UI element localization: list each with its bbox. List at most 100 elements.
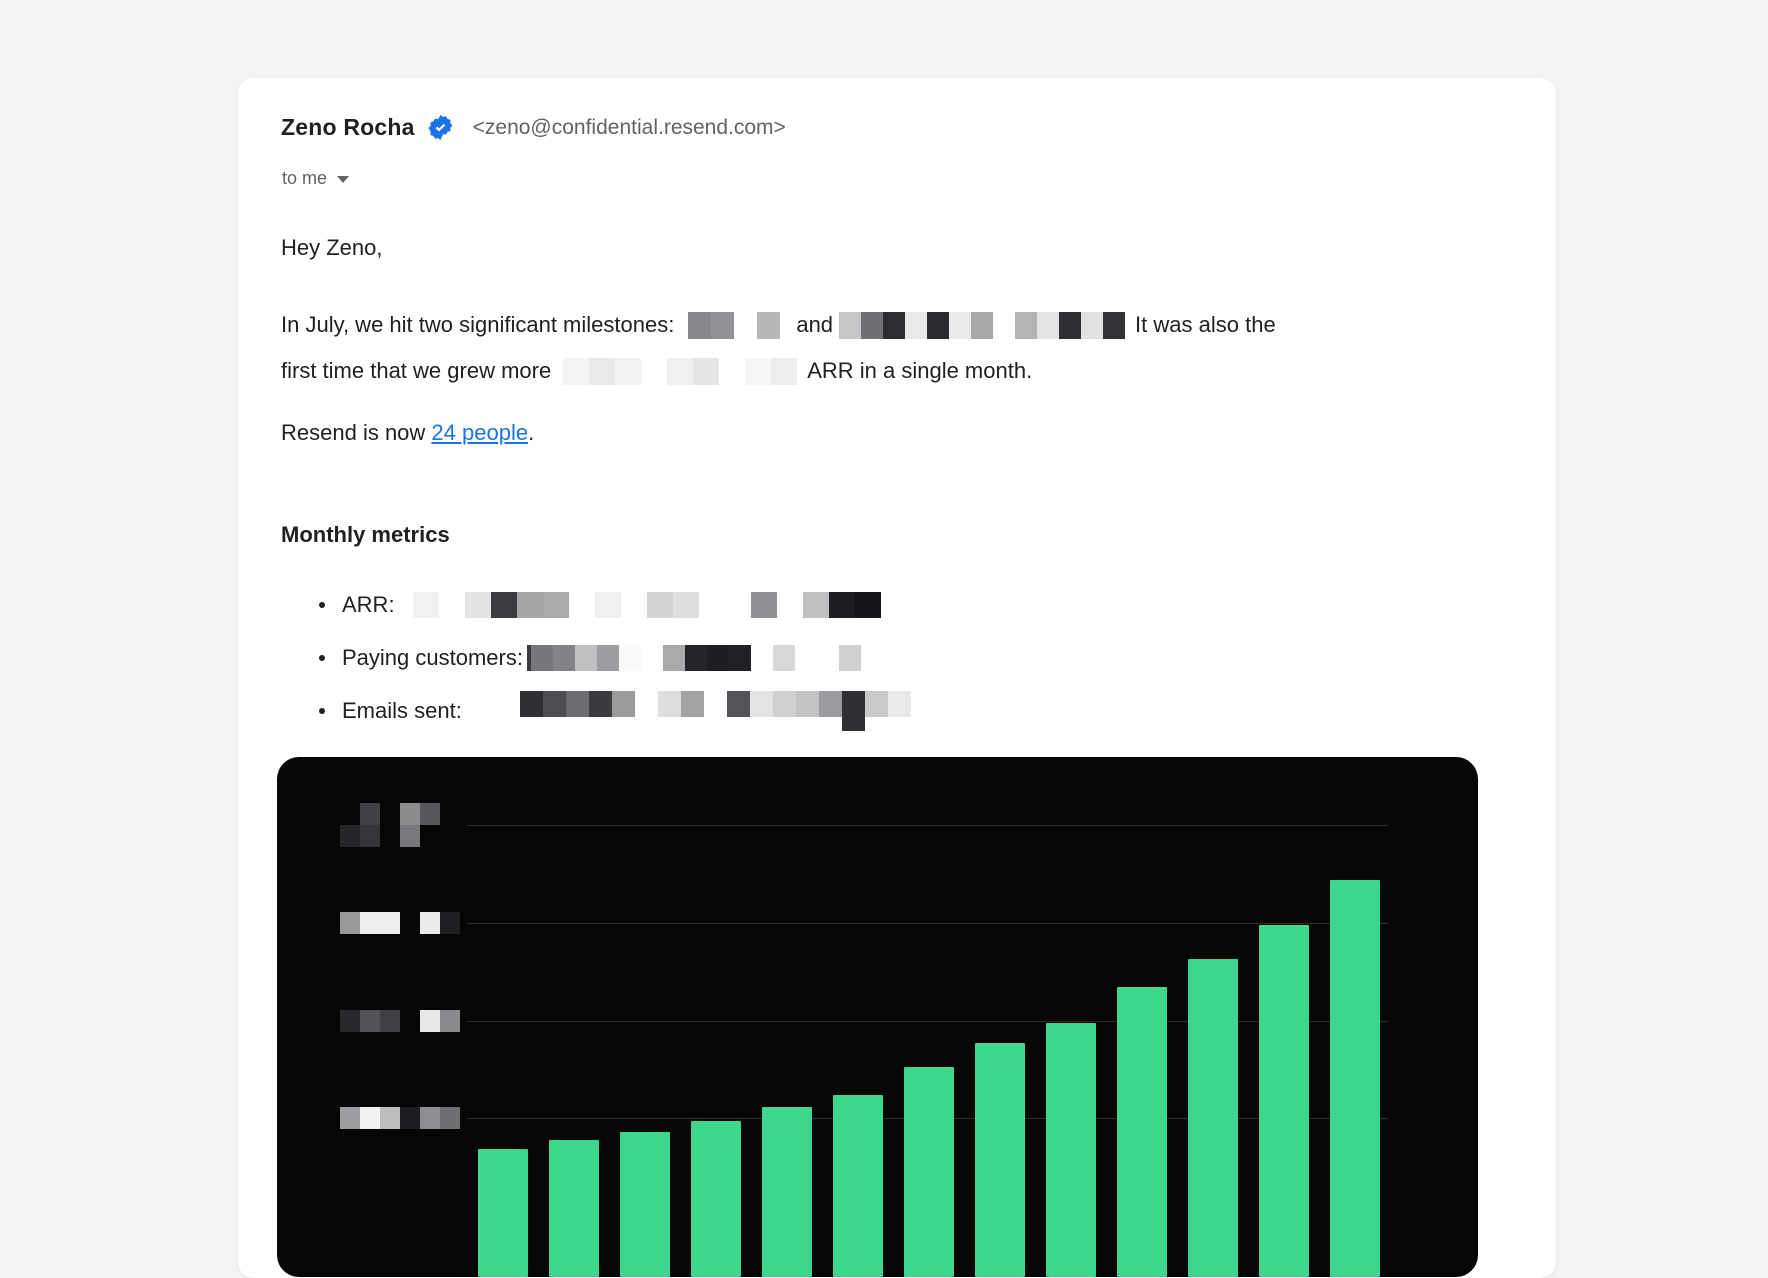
redacted-pixel-cell [1081,312,1103,339]
redacted-pixel-cell [685,645,707,671]
milestones-paragraph: In July, we hit two significant mileston… [281,302,1276,394]
redacted-text-block [839,312,1125,339]
chart-bar [620,1132,670,1277]
chart-gridline [467,923,1388,924]
page-background: { "email": { "sender": { "name": "Zeno R… [0,0,1768,1160]
redacted-pixel-cell [725,592,751,618]
redacted-pixel-cell [707,645,729,671]
redacted-pixel-cell [734,312,757,339]
people-count-link[interactable]: 24 people [431,420,528,445]
redacted-pixel-cell [360,1107,380,1129]
redacted-pixel-cell [745,358,771,385]
redacted-pixel-cell [1037,312,1059,339]
redacted-pixel-cell [777,592,803,618]
redacted-pixel-cell [400,803,420,825]
redacted-pixel-cell [400,1107,420,1129]
redacted-pixel-cell [612,691,635,717]
sender-name: Zeno Rocha [281,114,415,141]
recipient-dropdown[interactable]: to me [282,168,349,189]
chart-bar [1188,959,1238,1277]
redacted-axis-label [340,803,440,847]
redacted-pixel-cell [440,1107,460,1129]
redacted-pixel-cell [531,645,553,671]
redacted-pixel-cell [663,645,685,671]
chart-bar [833,1095,883,1277]
redacted-pixel-cell [803,592,829,618]
redacted-pixel-cell [693,358,719,385]
sender-email: <zeno@confidential.resend.com> [473,116,786,140]
redacted-pixel-cell [440,912,460,934]
redacted-pixel-cell [641,358,667,385]
redacted-pixel-cell [641,645,663,671]
redacted-pixel-cell [635,691,658,717]
redacted-pixel-cell [420,803,440,825]
redacted-pixel-cell [795,645,817,671]
redacted-pixel-cell [699,592,725,618]
redacted-axis-label [340,1107,460,1129]
chart-gridline [467,1021,1388,1022]
redacted-pixel-cell [569,592,595,618]
redacted-pixel-cell [773,691,796,717]
redacted-pixel-cell [360,1010,380,1032]
redacted-pixel-cell [1103,312,1125,339]
redacted-text-block [563,358,797,385]
redacted-pixel-cell [839,312,861,339]
redacted-pixel-cell [563,358,589,385]
redacted-pixel-cell [704,691,727,717]
chart-bar [904,1067,954,1277]
redacted-pixel-cell [340,825,360,847]
chart-bar [549,1140,599,1277]
paragraph-line-2: first time that we grew more ARR in a si… [281,348,1276,394]
chart-bar [762,1107,812,1277]
redacted-pixel-cell [543,691,566,717]
redacted-pixel-cell [420,912,440,934]
redacted-pixel-cell [751,645,773,671]
paragraph-text: Resend is now [281,420,431,445]
redacted-pixel-cell [380,912,400,934]
redacted-pixel-cell [621,592,647,618]
recipient-label: to me [282,168,327,189]
redacted-pixel-cell [927,312,949,339]
redacted-pixel-cell [949,312,971,339]
redacted-pixel-cell [829,592,855,618]
paragraph-line-1: In July, we hit two significant mileston… [281,302,1276,348]
redacted-pixel-cell [517,592,543,618]
redacted-pixel-cell [673,592,699,618]
redacted-pixel-cell [681,691,704,717]
redacted-pixel-cell [711,312,734,339]
redacted-metric-value [520,691,911,731]
metrics-list: ARR: Paying customers: Emails sent: [281,578,911,737]
redacted-pixel-cell [439,592,465,618]
redacted-pixel-cell [1059,312,1081,339]
redacted-pixel-cell [688,312,711,339]
redacted-pixel-cell [839,645,861,671]
redacted-metric-value [527,645,861,671]
email-card: Zeno Rocha <zeno@confidential.resend.com… [238,78,1556,1278]
bullet-icon [319,602,325,608]
bullet-icon [319,655,325,661]
metric-item-arr: ARR: [281,578,911,631]
redacted-pixel-cell [619,645,641,671]
redacted-pixel-cell [400,825,420,847]
chart-bar [1330,880,1380,1277]
email-header: Zeno Rocha <zeno@confidential.resend.com… [281,114,786,141]
redacted-text-block [688,312,780,339]
chart-bar [1259,925,1309,1277]
metrics-heading: Monthly metrics [281,522,450,548]
redacted-pixel-cell [883,312,905,339]
redacted-pixel-cell [817,645,839,671]
redacted-pixel-cell [842,691,865,731]
verified-badge-icon [428,115,453,140]
redacted-pixel-cell [589,358,615,385]
redacted-pixel-cell [727,691,750,717]
redacted-metric-value [413,592,881,618]
chart-bar [478,1149,528,1277]
redacted-pixel-cell [400,1010,420,1032]
redacted-pixel-cell [413,592,439,618]
redacted-pixel-cell [750,691,773,717]
redacted-axis-label [340,912,460,934]
metric-label: Paying customers: [342,645,523,671]
redacted-pixel-cell [751,592,777,618]
redacted-pixel-cell [993,312,1015,339]
redacted-pixel-cell [719,358,745,385]
